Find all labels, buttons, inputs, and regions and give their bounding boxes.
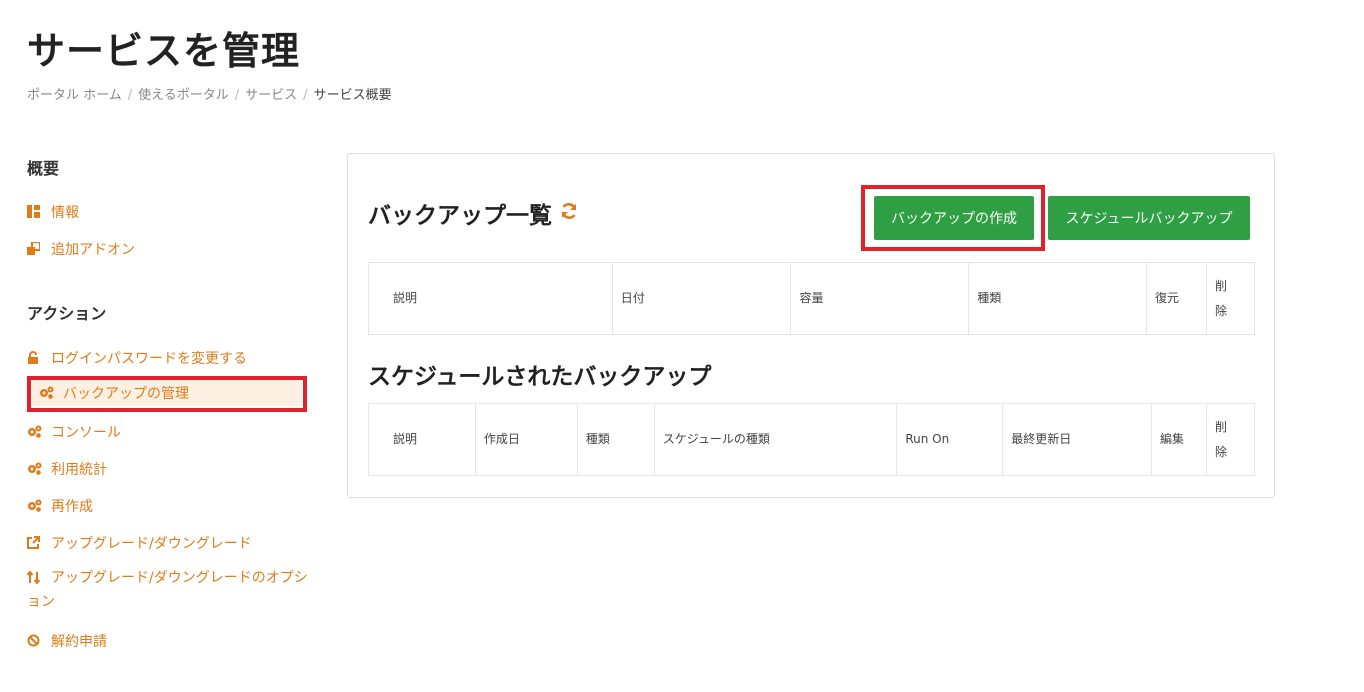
sidebar-item-label: 再作成	[51, 499, 93, 515]
sidebar-item-label: アップグレード/ダウングレードのオプション	[27, 570, 308, 610]
column-header-size: 容量	[790, 262, 970, 335]
sidebar-item-label: バックアップの管理	[63, 386, 189, 402]
sidebar-item-change-password[interactable]: ログインパスワードを変更する	[27, 348, 247, 368]
column-header-run-on: Run On	[896, 403, 1004, 476]
refresh-icon[interactable]	[560, 200, 578, 226]
sidebar-item-label: 追加アドオン	[51, 242, 135, 258]
sidebar-item-rebuild[interactable]: 再作成	[27, 496, 93, 516]
gears-icon	[27, 462, 43, 476]
backup-list-table: 説明 日付 容量 種類 復元 削除	[368, 262, 1255, 335]
column-header-schedule-type: スケジュールの種類	[653, 403, 898, 476]
sidebar-item-usage-stats[interactable]: 利用統計	[27, 459, 107, 479]
scheduled-backups-title: スケジュールされたバックアップ	[368, 364, 712, 390]
column-header-type: 種類	[576, 403, 655, 476]
scheduled-backups-table: 説明 作成日 種類 スケジュールの種類 Run On 最終更新日 編集 削除	[368, 403, 1256, 476]
column-header-delete: 削除	[1206, 262, 1255, 335]
breadcrumb-separator: /	[234, 88, 240, 103]
sidebar-item-label: 利用統計	[51, 462, 107, 478]
sidebar-item-label: ログインパスワードを変更する	[51, 351, 247, 367]
sidebar-item-label: アップグレード/ダウングレード	[51, 536, 252, 552]
sidebar-item-upgrade-downgrade[interactable]: アップグレード/ダウングレード	[27, 533, 252, 553]
sidebar-item-upgrade-downgrade-options[interactable]: アップグレード/ダウングレードのオプション	[27, 566, 312, 614]
backup-panel: バックアップ一覧 バックアップの作成 スケジュールバックアップ 説明 日付 容量…	[347, 153, 1275, 498]
ban-icon	[27, 634, 43, 648]
column-header-description: 説明	[368, 403, 476, 476]
sidebar-item-label: コンソール	[51, 425, 121, 441]
breadcrumb-services[interactable]: サービス	[245, 88, 297, 103]
breadcrumb: ポータル ホーム / 使えるポータル / サービス / サービス概要	[27, 84, 392, 103]
external-link-icon	[27, 536, 43, 550]
column-header-edit: 編集	[1151, 403, 1207, 476]
column-header-created-date: 作成日	[474, 403, 578, 476]
gears-icon	[39, 386, 55, 400]
sidebar-item-label: 情報	[51, 205, 79, 221]
breadcrumb-separator: /	[303, 88, 308, 103]
page-title: サービスを管理	[27, 29, 301, 73]
column-header-last-updated: 最終更新日	[1002, 403, 1153, 476]
backup-list-title: バックアップ一覧	[368, 196, 578, 230]
column-header-delete-text: 削除	[1214, 419, 1227, 459]
table-header-row: 説明 日付 容量 種類 復元 削除	[368, 262, 1255, 335]
lock-icon	[27, 351, 43, 365]
breadcrumb-separator: /	[127, 88, 133, 103]
sidebar-item-label: 解約申請	[51, 634, 107, 650]
sidebar-item-info[interactable]: 情報	[27, 202, 79, 222]
schedule-backup-button[interactable]: スケジュールバックアップ	[1048, 196, 1250, 240]
gears-icon	[27, 425, 43, 439]
sidebar-heading-actions: アクション	[27, 304, 107, 323]
sidebar-heading-overview: 概要	[27, 159, 60, 178]
column-header-date: 日付	[611, 262, 792, 335]
sidebar-item-manage-backups[interactable]: バックアップの管理	[31, 380, 301, 406]
column-header-type: 種類	[968, 262, 1148, 335]
column-header-restore: 復元	[1146, 262, 1207, 335]
breadcrumb-current: サービス概要	[313, 88, 392, 103]
table-header-row: 説明 作成日 種類 スケジュールの種類 Run On 最終更新日 編集 削除	[368, 403, 1256, 476]
column-header-description: 説明	[368, 262, 613, 335]
column-header-delete: 削除	[1205, 403, 1256, 476]
breadcrumb-usable-portal[interactable]: 使えるポータル	[138, 88, 229, 103]
sidebar-item-console[interactable]: コンソール	[27, 422, 121, 442]
gears-icon	[27, 499, 43, 513]
addon-icon	[27, 242, 43, 256]
sidebar-item-cancel-request[interactable]: 解約申請	[27, 631, 107, 651]
column-header-delete-text: 削除	[1215, 278, 1228, 318]
create-backup-button[interactable]: バックアップの作成	[874, 196, 1034, 240]
backup-list-title-text: バックアップ一覧	[368, 203, 552, 229]
breadcrumb-portal-home[interactable]: ポータル ホーム	[27, 88, 122, 103]
dashboard-icon	[27, 205, 43, 219]
sidebar-item-addons[interactable]: 追加アドオン	[27, 239, 135, 259]
